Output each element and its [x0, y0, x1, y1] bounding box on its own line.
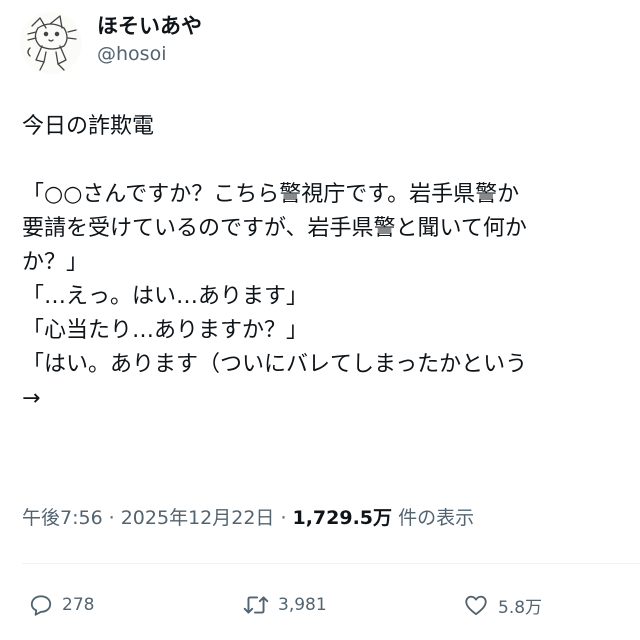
post-line: 今日の詐欺電 — [22, 114, 155, 139]
action-bar: 278 3,981 5.8万 — [22, 588, 640, 622]
repost-arrows-icon — [243, 596, 269, 614]
post-line: → — [22, 386, 41, 411]
post-date[interactable]: 2025年12月22日 — [121, 507, 275, 529]
post-line: 「○○さんですか？こちら警視庁です。岩手県警か — [22, 182, 520, 207]
reply-bubble-icon — [30, 595, 52, 616]
author-names: ほそいあや @hosoi — [97, 14, 202, 68]
heart-icon — [465, 595, 487, 616]
repost-button[interactable]: 3,981 — [242, 588, 327, 622]
author-handle[interactable]: @hosoi — [97, 40, 202, 68]
meta-separator: · — [280, 507, 287, 529]
views-label: 件の表示 — [398, 507, 475, 529]
post-body: 今日の詐欺電 「○○さんですか？こちら警視庁です。岩手県警か 要請を受けているの… — [22, 110, 640, 416]
post-line: 「心当たり…ありますか？」 — [22, 318, 309, 343]
like-button[interactable]: 5.8万 — [462, 588, 542, 622]
post-line: 「はい。あります（ついにバレてしまったかという — [22, 352, 528, 377]
reply-button[interactable]: 278 — [28, 588, 94, 622]
cat-doodle-avatar-icon — [27, 15, 77, 71]
repost-count: 3,981 — [278, 595, 327, 615]
post-line: 要請を受けているのですが、岩手県警と聞いて何か — [22, 216, 527, 241]
post-line: か？」 — [22, 250, 89, 275]
views-count: 1,729.5万 — [292, 507, 393, 529]
avatar[interactable] — [20, 12, 82, 74]
reply-count: 278 — [62, 595, 95, 615]
post-card: ほそいあや @hosoi 今日の詐欺電 「○○さんですか？こちら警視庁です。岩手… — [0, 0, 640, 640]
like-count: 5.8万 — [498, 597, 543, 618]
post-header: ほそいあや @hosoi — [20, 10, 202, 76]
meta-separator: · — [108, 507, 115, 529]
post-time[interactable]: 午後7:56 — [22, 507, 103, 529]
author-display-name[interactable]: ほそいあや — [97, 12, 202, 40]
post-meta: 午後7:56 · 2025年12月22日 · 1,729.5万 件の表示 — [22, 503, 474, 533]
post-line: 「…えっ。はい…あります」 — [22, 284, 309, 309]
divider — [22, 563, 640, 564]
